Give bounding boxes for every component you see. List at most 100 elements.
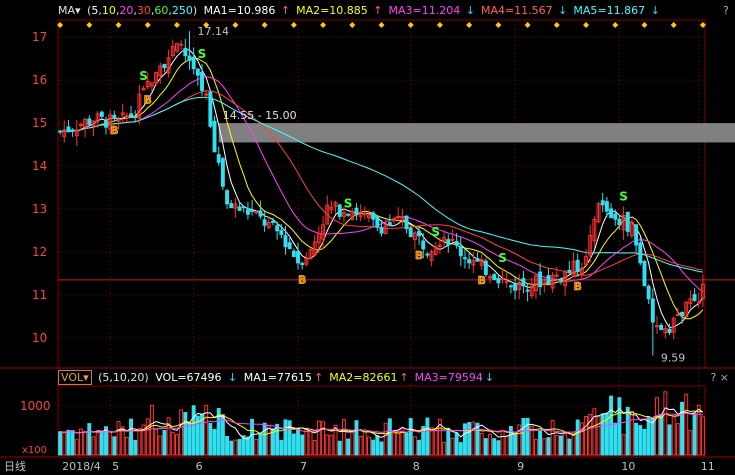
volume-bar <box>346 438 351 456</box>
volume-bar <box>596 415 601 456</box>
volume-bar <box>329 434 334 456</box>
vol-value: VOL=67496 <box>155 371 222 384</box>
help-icon[interactable]: ? <box>723 4 729 17</box>
ma20-line <box>59 76 704 293</box>
ma-value: MA2=10.885 <box>296 4 372 17</box>
candle-body <box>483 260 488 275</box>
candle-body <box>575 259 580 273</box>
candle-body <box>567 269 572 273</box>
candle-body <box>245 209 250 215</box>
candle-body <box>500 277 505 280</box>
volume-bar <box>129 418 134 456</box>
candle-body <box>650 298 655 323</box>
candle-body <box>446 239 451 246</box>
volume-bar <box>542 438 547 456</box>
candle-body <box>250 209 255 212</box>
volume-bar <box>354 420 359 456</box>
volume-panel-controls[interactable]: ? × <box>710 371 729 384</box>
candle-body <box>667 328 672 333</box>
candle-body <box>187 55 192 61</box>
volume-bar <box>479 432 484 456</box>
candle-body <box>208 91 213 127</box>
volume-bar <box>638 425 643 456</box>
volume-bar <box>91 436 96 456</box>
ma5-line <box>59 48 704 329</box>
candle-body <box>675 314 680 317</box>
ma-indicator-selector[interactable]: MA▾ <box>58 4 81 17</box>
volume-bar <box>258 433 263 456</box>
vol-indicator-selector[interactable]: VOL▾ <box>58 370 92 385</box>
volume-bar <box>287 420 292 456</box>
volume-tick-label: 1000 <box>20 399 51 413</box>
volume-bar <box>609 395 614 456</box>
volume-bar <box>471 421 476 456</box>
candle-body <box>179 43 184 46</box>
y-tick-label: 10 <box>32 331 47 345</box>
volume-bar <box>112 436 117 456</box>
candle-body <box>467 259 472 264</box>
candle-body <box>680 311 685 317</box>
volume-bar <box>579 422 584 456</box>
volume-bar <box>283 419 288 456</box>
candle-body <box>133 116 138 119</box>
volume-bar <box>425 417 430 456</box>
x-tick-label: 2018/4 <box>62 460 101 473</box>
volume-bar <box>533 438 538 456</box>
high-annotation: 17.14 <box>197 25 229 38</box>
grid-layer <box>0 19 735 458</box>
volume-bar <box>446 427 451 456</box>
volume-bar <box>559 435 563 456</box>
sell-signal: S <box>498 251 507 265</box>
ma-periods: (5,10,20,30,60,250) <box>87 4 197 17</box>
volume-bar <box>245 436 250 456</box>
event-diamond-icon <box>524 22 531 28</box>
volume-bar <box>396 432 401 456</box>
volume-bar <box>154 428 159 456</box>
x-tick-label: 9 <box>517 460 524 473</box>
sell-signal: S <box>198 47 207 61</box>
volume-bar <box>475 422 480 456</box>
volume-bar <box>191 405 196 456</box>
ma-period: 30 <box>136 4 151 17</box>
buy-signal: B <box>298 274 306 287</box>
event-diamond-icon <box>144 22 151 28</box>
volume-bar <box>500 429 505 456</box>
x-tick-label: 11 <box>701 460 715 473</box>
volume-bar <box>87 423 92 456</box>
volume-bar <box>304 427 309 456</box>
candle-body <box>559 278 563 281</box>
volume-bar <box>563 433 568 456</box>
volume-bar <box>483 438 488 456</box>
candle-body <box>379 226 384 234</box>
volume-bar <box>634 422 639 456</box>
volume-bar <box>291 433 296 456</box>
buy-signal: B <box>477 274 485 287</box>
volume-bar <box>237 439 242 456</box>
arrow-down-icon: ↓ <box>650 4 660 17</box>
volume-bar <box>175 434 179 456</box>
stock-chart[interactable]: BBBBB BSSSSSS 10111213141516171000x100日线 2… <box>0 0 735 475</box>
volume-bar <box>617 397 622 456</box>
volume-bar <box>538 430 543 456</box>
volume-bar <box>250 418 255 456</box>
candle-body <box>475 258 480 262</box>
candle-body <box>200 72 204 91</box>
volume-bar <box>392 432 396 456</box>
buy-signal: B <box>110 124 118 137</box>
volume-bar <box>321 421 326 456</box>
volume-bar <box>316 420 321 456</box>
vol-ma-value: MA2=82661 <box>329 371 398 384</box>
candle-body <box>617 218 622 226</box>
volume-bar <box>675 423 680 456</box>
candle-body <box>296 250 300 264</box>
volume-bar <box>667 424 672 456</box>
candle-body <box>458 246 463 257</box>
volume-bar <box>404 432 409 456</box>
volume-bar <box>680 401 685 456</box>
ma30-line <box>59 90 703 276</box>
ma-value: MA4=11.567 <box>480 4 557 17</box>
ma-value: MA1=10.986 <box>203 4 279 17</box>
ma-period: 60 <box>154 4 169 17</box>
candle-body <box>546 275 551 285</box>
candle-body <box>271 220 275 223</box>
